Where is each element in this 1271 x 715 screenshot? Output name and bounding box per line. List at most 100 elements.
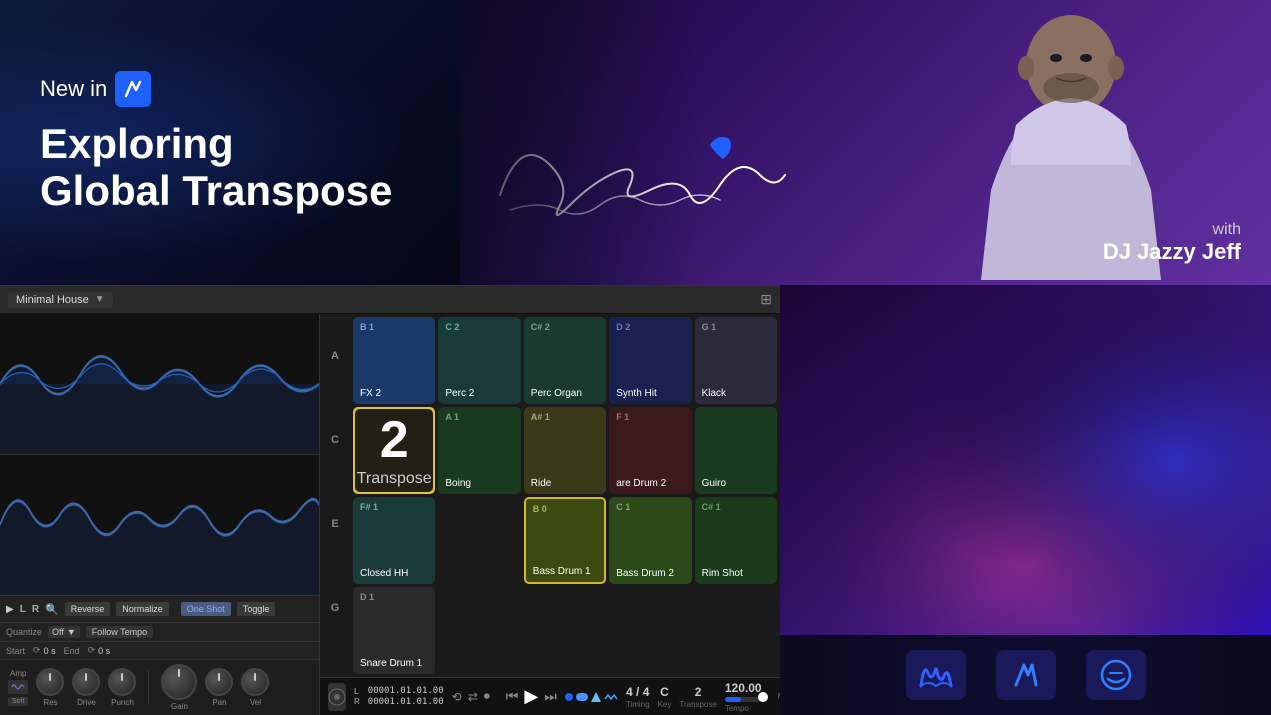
- right-photo-bottom: [780, 285, 1271, 635]
- promo-panel: New in Exploring Global Transpose: [0, 0, 460, 285]
- pad-a1[interactable]: A 1 Boing: [438, 407, 520, 494]
- end-label: End: [64, 646, 80, 656]
- with-label: with: [1103, 221, 1241, 239]
- quantize-select[interactable]: Off ▼: [48, 626, 80, 638]
- row-label-a: A: [320, 314, 350, 398]
- gain-knob[interactable]: [161, 664, 197, 700]
- row-label-g: G: [320, 566, 350, 650]
- pad-g1[interactable]: G 1 Klack: [695, 317, 777, 404]
- r-indicator: R: [354, 697, 360, 706]
- rewind-button[interactable]: ⏮: [506, 688, 519, 705]
- timing-value: 4 / 4: [626, 685, 649, 699]
- pad-guiro[interactable]: Guiro: [695, 407, 777, 494]
- transpose-number: 2: [380, 414, 409, 466]
- play-small-icon[interactable]: ▶: [6, 604, 14, 615]
- quantize-label: Quantize: [6, 627, 42, 637]
- pad-cs1[interactable]: C# 1 Rim Shot: [695, 497, 777, 584]
- pad-b1[interactable]: B 1 FX 2: [353, 317, 435, 404]
- pad-c1[interactable]: C 1 Bass Drum 2: [609, 497, 691, 584]
- reverse-button[interactable]: Reverse: [65, 602, 111, 616]
- artist-credit: with DJ Jazzy Jeff: [1103, 221, 1241, 265]
- progress-bar[interactable]: [725, 697, 762, 702]
- row-label-c: C: [320, 398, 350, 482]
- grid-options-icon[interactable]: ⊞: [760, 291, 772, 308]
- brand-logo-1[interactable]: [906, 650, 966, 700]
- pad-gs1[interactable]: 2 Transpose: [353, 407, 435, 494]
- right-panel: [780, 285, 1271, 715]
- brand-logo-2[interactable]: [996, 650, 1056, 700]
- start-value[interactable]: ⟳ 0 s: [33, 645, 56, 656]
- daw-logo: [328, 683, 346, 711]
- start-label: Start: [6, 646, 25, 656]
- promo-photo-area: with DJ Jazzy Jeff: [460, 0, 1271, 285]
- toggle-button[interactable]: Toggle: [237, 602, 276, 616]
- pad-fs1[interactable]: F# 1 Closed HH: [353, 497, 435, 584]
- brand-logo-3[interactable]: [1086, 650, 1146, 700]
- wave-shape: [576, 693, 588, 701]
- pad-c2[interactable]: C 2 Perc 2: [438, 317, 520, 404]
- pad-e-drum2[interactable]: F 1 are Drum 2: [609, 407, 691, 494]
- new-in-label: New in: [40, 76, 107, 102]
- play-button[interactable]: ▶: [524, 686, 538, 707]
- transpose-label-transport: Transpose: [679, 700, 717, 709]
- res-label: Res: [43, 698, 57, 707]
- waveform-bottom: [0, 455, 319, 596]
- timing-block: 4 / 4 Timing: [626, 685, 650, 709]
- normalize-button[interactable]: Normalize: [116, 602, 169, 616]
- transpose-text: Transpose: [357, 470, 432, 488]
- row-label-e: E: [320, 482, 350, 566]
- pad-cs2[interactable]: C# 2 Perc Organ: [524, 317, 606, 404]
- tempo-label: Tempo: [725, 704, 749, 713]
- pad-grid-panel: A C E G B 1 FX 2 C 2 P: [320, 314, 780, 715]
- pad-d1[interactable]: D 1 Snare Drum 1: [353, 587, 435, 674]
- position-bottom: 00001.01.01.00: [368, 697, 444, 707]
- zigzag-shape: [604, 691, 618, 703]
- preset-selector[interactable]: Minimal House ▼: [8, 292, 113, 308]
- transpose-overlay: 2 Transpose: [355, 409, 433, 492]
- knobs-area: Amp Soft Res: [0, 660, 319, 715]
- pad-b0[interactable]: B 0 Bass Drum 1: [524, 497, 606, 584]
- drive-label: Drive: [77, 698, 96, 707]
- gain-label: Gain: [171, 702, 188, 711]
- transpose-value: 2: [695, 685, 702, 699]
- start-end-row: Start ⟳ 0 s End ⟳ 0 s: [0, 642, 319, 660]
- pad-as1[interactable]: A# 1 Ride: [524, 407, 606, 494]
- sync-icon[interactable]: ⇄: [468, 690, 478, 704]
- pan-knob[interactable]: [205, 668, 233, 696]
- quantize-row: Quantize Off ▼ Follow Tempo: [0, 623, 319, 642]
- drive-knob[interactable]: [72, 668, 100, 696]
- position-top: 00001.01.01.00: [368, 686, 444, 696]
- right-photo-bg: [780, 285, 1271, 635]
- l-label: L: [20, 604, 26, 615]
- pad-grid: B 1 FX 2 C 2 Perc 2 C# 2 Perc Organ D: [350, 314, 780, 677]
- indicator-dots: [565, 691, 618, 703]
- daw-controls-row: ▶ L R 🔍 Reverse Normalize One Shot Toggl…: [0, 596, 319, 623]
- end-value[interactable]: ⟳ 0 s: [88, 645, 111, 656]
- triangle-shape: [591, 692, 601, 702]
- brand-logos-bar: [780, 635, 1271, 715]
- daw-main-area: ▶ L R 🔍 Reverse Normalize One Shot Toggl…: [0, 314, 780, 715]
- dot-1: [565, 693, 573, 701]
- vel-knob[interactable]: [241, 668, 269, 696]
- magnify-icon[interactable]: 🔍: [45, 603, 59, 616]
- key-value: C: [660, 685, 669, 699]
- preset-name: Minimal House: [16, 294, 89, 306]
- fast-forward-button[interactable]: ⏭: [544, 688, 557, 705]
- loop-icon[interactable]: ⟲: [452, 690, 462, 704]
- light-effects: [780, 285, 1271, 635]
- punch-knob[interactable]: [108, 668, 136, 696]
- record-icon[interactable]: ⏺: [484, 689, 490, 704]
- waveform-top: [0, 314, 319, 455]
- position-display: 00001.01.01.00 00001.01.01.00: [368, 686, 444, 707]
- soft-button[interactable]: Soft: [8, 697, 28, 706]
- punch-label: Punch: [111, 698, 134, 707]
- lr-indicators: L R: [354, 687, 360, 706]
- daw-topbar: Minimal House ▼ ⊞: [0, 286, 780, 314]
- bitwig-logo-icon: [115, 71, 151, 107]
- pad-d2[interactable]: D 2 Synth Hit: [609, 317, 691, 404]
- key-label: Key: [658, 700, 672, 709]
- follow-tempo-select[interactable]: Follow Tempo: [86, 626, 153, 638]
- key-block: C Key: [658, 685, 672, 709]
- res-knob[interactable]: [36, 668, 64, 696]
- one-shot-button[interactable]: One Shot: [181, 602, 231, 616]
